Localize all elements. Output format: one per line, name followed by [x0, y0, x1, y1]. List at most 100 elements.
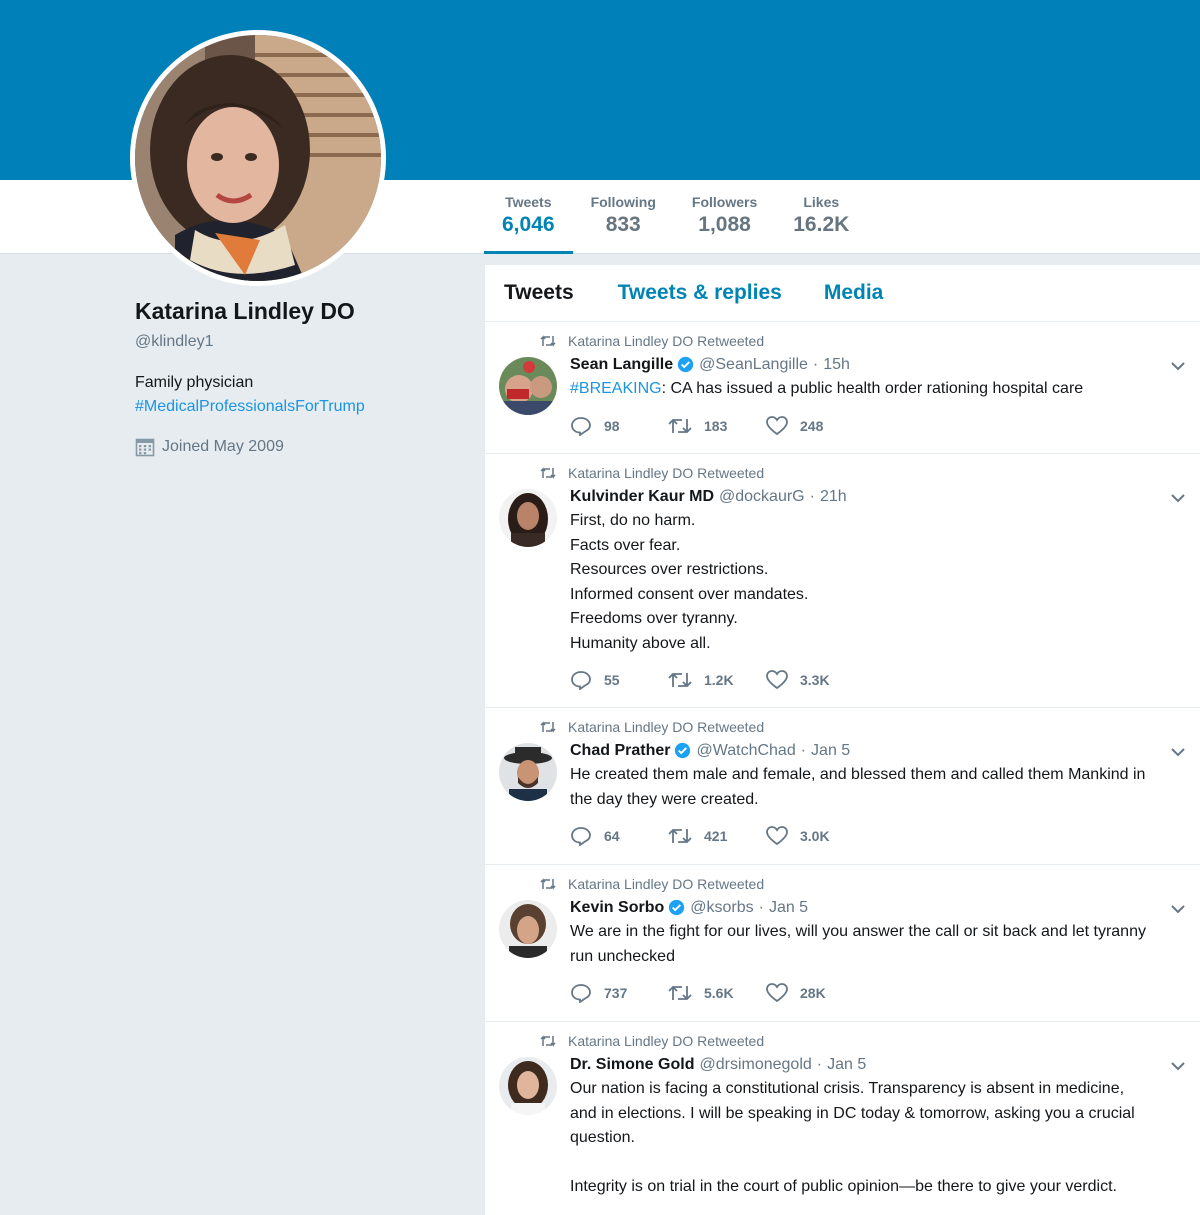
like-count: 248	[800, 417, 824, 434]
tweet-avatar[interactable]	[499, 489, 557, 547]
verified-badge-icon	[675, 742, 691, 759]
tweet[interactable]: Katarina Lindley DO Retweeted Kevin Sorb…	[485, 865, 1200, 1022]
tab-tweets-replies[interactable]: Tweets & replies	[618, 281, 782, 305]
tweet[interactable]: Katarina Lindley DO Retweeted Chad Prath…	[485, 708, 1200, 865]
tweet[interactable]: Katarina Lindley DO Retweeted Sean Langi…	[485, 322, 1200, 454]
stat-label: Tweets	[505, 194, 552, 210]
tweet-timestamp[interactable]: Jan 5	[811, 742, 850, 760]
stat-followers[interactable]: Followers 1,088	[674, 180, 775, 254]
retweet-count: 421	[704, 828, 728, 844]
retweet-icon	[668, 672, 692, 688]
retweet-count: 5.6K	[704, 985, 734, 1001]
tweet-avatar[interactable]	[499, 743, 557, 801]
tweet-author-handle[interactable]: @SeanLangille	[699, 356, 808, 374]
tweet-author-name[interactable]: Sean Langille	[570, 356, 673, 374]
stat-following[interactable]: Following 833	[573, 180, 674, 254]
tweet-text-line: run unchecked	[570, 947, 675, 965]
chevron-down-icon[interactable]	[1170, 490, 1186, 506]
tweet-timestamp[interactable]: Jan 5	[769, 899, 808, 917]
stat-tweets[interactable]: Tweets 6,046	[484, 180, 573, 254]
tweet-author-handle[interactable]: @dockaurG	[719, 488, 805, 506]
tweet-timestamp[interactable]: 15h	[823, 356, 850, 374]
retweet-button[interactable]: 421	[668, 827, 766, 845]
like-button[interactable]: 28K	[766, 983, 864, 1003]
reply-button[interactable]: 98	[570, 416, 668, 436]
like-button[interactable]: 3.3K	[766, 670, 864, 690]
tweet-text-line: Humanity above all.	[570, 634, 711, 652]
reply-count: 55	[604, 672, 620, 688]
chevron-down-icon[interactable]	[1170, 901, 1186, 917]
tweet-text-line: and in elections. I will be speaking in …	[570, 1104, 1135, 1122]
tweet-author-name[interactable]: Chad Prather	[570, 742, 670, 760]
bio-hashtag-link[interactable]: #MedicalProfessionalsForTrump	[135, 395, 455, 419]
profile-avatar[interactable]	[130, 30, 386, 286]
like-button[interactable]: 248	[766, 415, 864, 436]
retweet-button[interactable]: 183	[668, 417, 766, 435]
tweet[interactable]: Katarina Lindley DO Retweeted Dr. Simone…	[485, 1022, 1200, 1215]
tweet-text: He created them male and female, and ble…	[570, 763, 1186, 812]
tweet-actions: 98 183 248	[570, 415, 1186, 436]
tweet-text-line: Freedoms over tyranny.	[570, 610, 738, 627]
retweet-icon	[540, 721, 556, 733]
like-button[interactable]: 3.0K	[766, 826, 864, 846]
retweet-icon	[540, 1035, 556, 1047]
tweet-author-handle[interactable]: @WatchChad	[696, 742, 795, 760]
tweet-text-line: Our nation is facing a constitutional cr…	[570, 1080, 1125, 1097]
tweet-text-line: question.	[570, 1129, 635, 1146]
heart-icon	[766, 415, 788, 435]
tweet-hashtag-link[interactable]: #BREAKING	[570, 380, 662, 397]
tweet-avatar[interactable]	[499, 1057, 557, 1115]
retweet-label: Katarina Lindley DO Retweeted	[568, 876, 765, 892]
retweet-label: Katarina Lindley DO Retweeted	[568, 333, 765, 349]
tweet-avatar[interactable]	[499, 900, 557, 958]
tab-media[interactable]: Media	[824, 281, 884, 305]
retweet-icon	[668, 418, 692, 433]
chevron-down-icon[interactable]	[1170, 358, 1186, 374]
chevron-down-icon[interactable]	[1170, 744, 1186, 760]
tweet-header: Dr. Simone Gold @drsimonegold · Jan 5	[570, 1055, 867, 1074]
tweet-author-name[interactable]: Dr. Simone Gold	[570, 1056, 694, 1074]
stat-value: 6,046	[502, 213, 555, 236]
stat-likes[interactable]: Likes 16.2K	[775, 180, 867, 254]
reply-button[interactable]: 64	[570, 826, 668, 846]
retweet-label: Katarina Lindley DO Retweeted	[568, 719, 765, 735]
retweet-context: Katarina Lindley DO Retweeted	[540, 333, 764, 349]
retweet-context: Katarina Lindley DO Retweeted	[540, 719, 764, 735]
verified-badge-icon	[677, 356, 694, 373]
stat-label: Following	[590, 194, 656, 210]
profile-card: Katarina Lindley DO @klindley1 Family ph…	[135, 298, 455, 457]
tweet-timestamp[interactable]: Jan 5	[827, 1056, 866, 1074]
tweet-actions: 64 421 3.0K	[570, 826, 1186, 846]
tweet-text-line: We are in the fight for our lives, will …	[570, 923, 1146, 940]
stat-value: 16.2K	[793, 213, 850, 236]
chevron-down-icon[interactable]	[1170, 1058, 1186, 1074]
reply-count: 98	[604, 417, 620, 434]
tab-tweets[interactable]: Tweets	[504, 281, 574, 305]
reply-icon	[571, 416, 591, 436]
reply-button[interactable]: 737	[570, 983, 668, 1003]
retweet-count: 183	[704, 417, 728, 434]
tweet-header: Kulvinder Kaur MD @dockaurG · 21h	[570, 487, 847, 506]
retweet-button[interactable]: 1.2K	[668, 671, 766, 689]
tweet-author-handle[interactable]: @drsimonegold	[699, 1056, 811, 1074]
profile-handle[interactable]: @klindley1	[135, 333, 455, 351]
stat-value: 833	[605, 213, 641, 236]
tweet[interactable]: Katarina Lindley DO Retweeted Kulvinder …	[485, 454, 1200, 708]
profile-joined: Joined May 2009	[135, 437, 455, 457]
tweet-author-handle[interactable]: @ksorbs	[690, 899, 753, 917]
tweet-avatar[interactable]	[499, 357, 557, 415]
reply-button[interactable]: 55	[570, 670, 668, 690]
reply-icon	[571, 827, 591, 846]
retweet-label: Katarina Lindley DO Retweeted	[568, 1033, 765, 1049]
tweet-text-line: He created them male and female, and ble…	[570, 766, 1146, 783]
retweet-icon	[668, 828, 692, 844]
retweet-context: Katarina Lindley DO Retweeted	[540, 465, 764, 481]
tweet-text: #BREAKING: CA has issued a public health…	[570, 377, 1186, 402]
retweet-button[interactable]: 5.6K	[668, 984, 766, 1002]
stat-label: Followers	[691, 194, 758, 210]
profile-photo	[135, 35, 381, 281]
profile-name[interactable]: Katarina Lindley DO	[135, 298, 455, 325]
tweet-timestamp[interactable]: 21h	[820, 488, 847, 506]
tweet-author-name[interactable]: Kevin Sorbo	[570, 899, 664, 917]
tweet-author-name[interactable]: Kulvinder Kaur MD	[570, 488, 714, 506]
